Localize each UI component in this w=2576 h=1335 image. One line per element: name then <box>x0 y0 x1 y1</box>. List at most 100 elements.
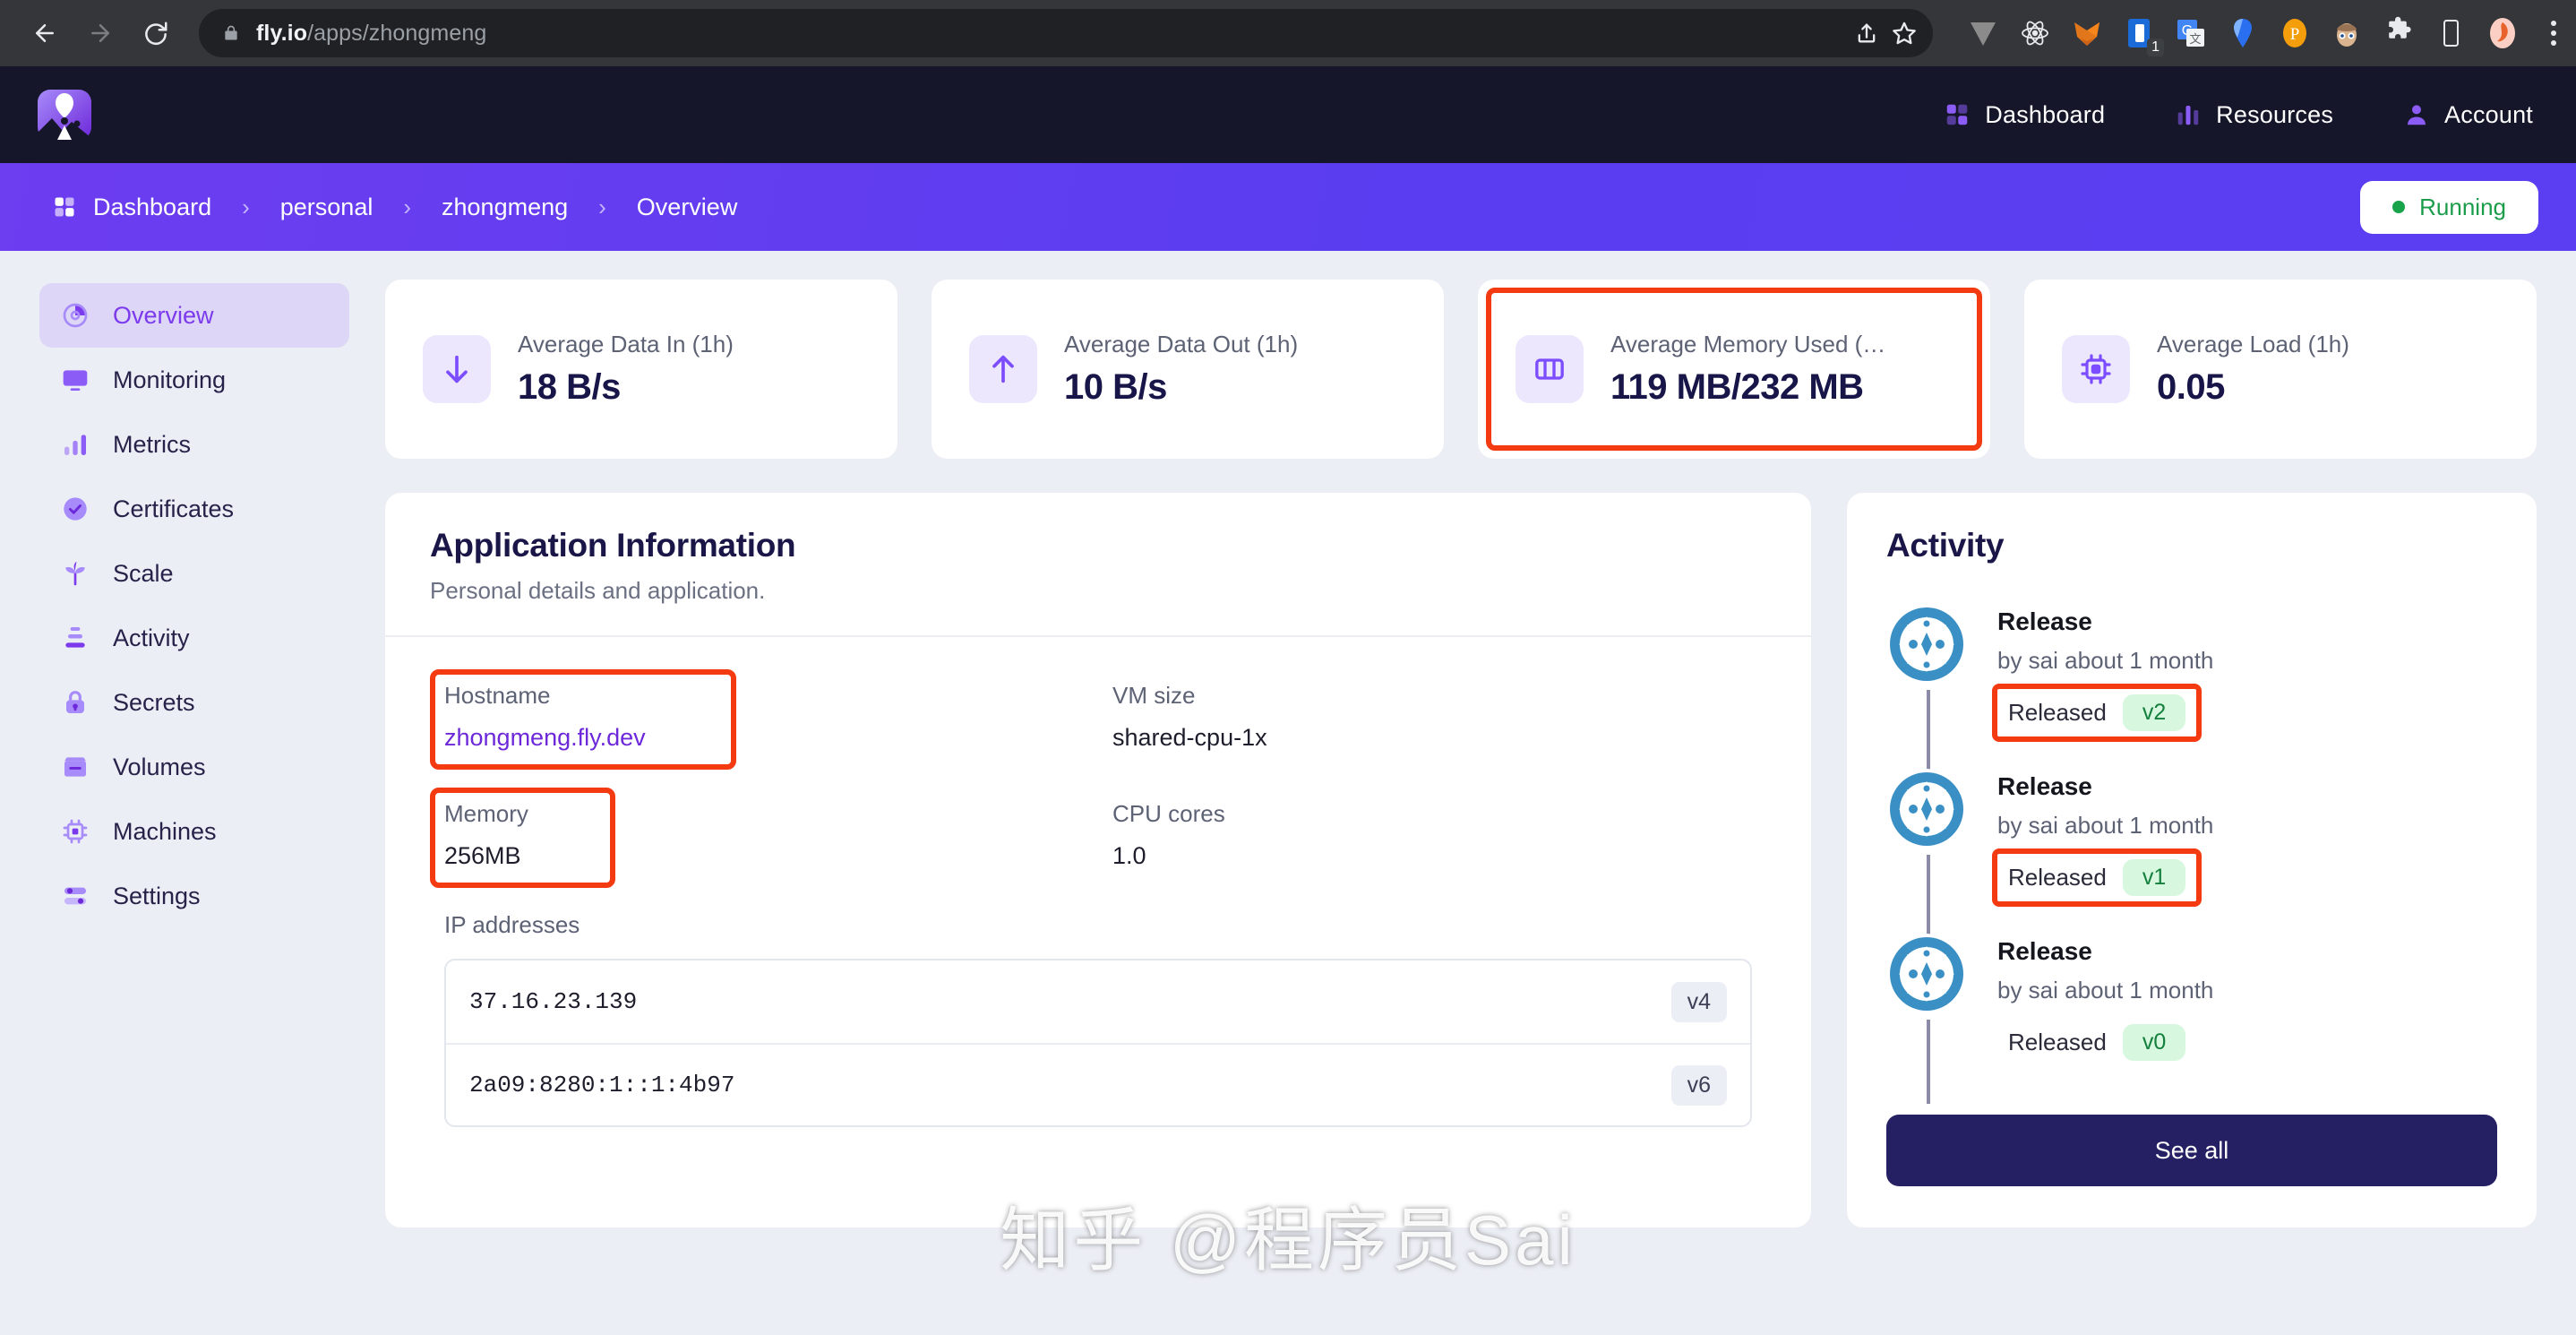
list-item[interactable]: 2a09:8280:1::1:4b97 v6 <box>446 1043 1750 1125</box>
breadcrumb-item-overview[interactable]: Overview <box>637 194 738 221</box>
sidebar-item-scale[interactable]: Scale <box>39 541 349 606</box>
fly-io-logo[interactable] <box>36 86 93 143</box>
breadcrumb-item-dashboard[interactable]: Dashboard <box>52 194 211 221</box>
sprout-icon <box>61 559 90 588</box>
bar-chart-icon <box>61 430 90 459</box>
sidebar-item-overview[interactable]: Overview <box>39 283 349 348</box>
box-icon <box>61 753 90 781</box>
sidebar-item-metrics[interactable]: Metrics <box>39 412 349 477</box>
nav-label: Account <box>2444 101 2533 129</box>
grid-icon <box>1944 101 1971 128</box>
field-cpu-cores: CPU cores 1.0 <box>1098 788 1766 883</box>
sidebar-item-label: Certificates <box>113 495 234 523</box>
stack-icon <box>61 624 90 652</box>
monitor-icon <box>61 366 90 394</box>
stat-label: Average Load (1h) <box>2157 331 2349 358</box>
sidebar-item-monitoring[interactable]: Monitoring <box>39 348 349 412</box>
field-label: VM size <box>1112 682 1752 710</box>
version-badge: v0 <box>2123 1024 2185 1061</box>
sidebar-item-certificates[interactable]: Certificates <box>39 477 349 541</box>
sidebar-item-label: Monitoring <box>113 366 226 394</box>
cpu-icon <box>2062 335 2130 403</box>
list-item[interactable]: 37.16.23.139 v4 <box>446 960 1750 1043</box>
lower-region: Application Information Personal details… <box>385 493 2537 1227</box>
see-all-button[interactable]: See all <box>1886 1115 2497 1186</box>
stat-label: Average Data In (1h) <box>518 331 734 358</box>
vercel-extension-icon[interactable] <box>1965 15 2001 51</box>
application-information-header: Application Information Personal details… <box>385 493 1811 637</box>
puzzle-extensions-icon[interactable] <box>2381 15 2417 51</box>
avatar <box>1886 934 1967 1014</box>
google-translate-extension-icon[interactable]: G文 <box>2173 15 2209 51</box>
share-icon[interactable] <box>1854 21 1879 46</box>
sidebar-item-volumes[interactable]: Volumes <box>39 735 349 799</box>
url-path: /apps/zhongmeng <box>307 21 486 46</box>
field-value[interactable]: zhongmeng.fly.dev <box>444 724 1084 752</box>
nav-label: Dashboard <box>1985 101 2105 129</box>
version-badge: v2 <box>2123 694 2185 731</box>
browser-menu-button[interactable] <box>2551 21 2556 46</box>
react-devtools-extension-icon[interactable] <box>2017 15 2053 51</box>
profile-avatar-icon[interactable] <box>2485 15 2520 51</box>
sidebar-item-settings[interactable]: Settings <box>39 864 349 928</box>
field-value: 1.0 <box>1112 842 1752 870</box>
field-vm-size: VM size shared-cpu-1x <box>1098 669 1766 764</box>
avatar <box>1886 604 1967 685</box>
url-text: fly.io/apps/zhongmeng <box>256 21 486 47</box>
sidebar-item-label: Machines <box>113 818 217 846</box>
extension-tray: 1 G文 P <box>1953 15 2556 51</box>
field-value: 256MB <box>444 842 1084 870</box>
browser-toolbar: fly.io/apps/zhongmeng 1 G文 P <box>0 0 2576 66</box>
nav-item-resources[interactable]: Resources <box>2175 101 2333 129</box>
stat-card-data-out: Average Data Out (1h) 10 B/s <box>932 280 1444 459</box>
pocket-extension-icon[interactable]: P <box>2277 15 2313 51</box>
breadcrumb: Dashboard › personal › zhongmeng › Overv… <box>52 194 737 221</box>
stat-value: 0.05 <box>2157 367 2349 408</box>
ip-addresses-label: IP addresses <box>444 911 1752 939</box>
reload-button[interactable] <box>131 8 181 58</box>
avatar-extension-icon[interactable] <box>2329 15 2365 51</box>
stat-card-memory-used: Average Memory Used (… 119 MB/232 MB <box>1478 280 1990 459</box>
star-icon[interactable] <box>1892 21 1917 46</box>
breadcrumb-separator: › <box>211 194 280 221</box>
bar-chart-icon <box>2175 101 2202 128</box>
stat-label: Average Data Out (1h) <box>1064 331 1298 358</box>
metamask-extension-icon[interactable] <box>2069 15 2105 51</box>
stat-value: 10 B/s <box>1064 367 1298 408</box>
nav-item-account[interactable]: Account <box>2403 101 2533 129</box>
location-pin-extension-icon[interactable] <box>2225 15 2261 51</box>
stat-label: Average Memory Used (… <box>1610 331 1885 358</box>
sidebar-item-activity[interactable]: Activity <box>39 606 349 670</box>
forward-button[interactable] <box>75 8 125 58</box>
user-icon <box>2403 101 2430 128</box>
svg-text:P: P <box>2290 25 2300 44</box>
breadcrumb-separator: › <box>373 194 442 221</box>
status-badge: Running <box>2360 181 2538 234</box>
extension-badge-count: 1 <box>2147 39 2164 56</box>
sidebar-item-label: Metrics <box>113 431 191 459</box>
page-subtitle: Personal details and application. <box>430 577 1766 605</box>
onepassword-extension-icon[interactable]: 1 <box>2121 15 2157 51</box>
application-information-card: Application Information Personal details… <box>385 493 1811 1227</box>
list-item: Release by sai about 1 month Released v2 <box>1886 604 2497 769</box>
nav-item-dashboard[interactable]: Dashboard <box>1944 101 2105 129</box>
back-button[interactable] <box>20 8 70 58</box>
activity-entry: Release by sai about 1 month Released v0 <box>1997 934 2213 1068</box>
mobile-view-extension-icon[interactable] <box>2433 15 2469 51</box>
breadcrumb-item-personal[interactable]: personal <box>280 194 374 221</box>
field-label: Memory <box>444 800 1084 828</box>
activity-entry-status: Released v2 <box>1997 687 2196 738</box>
breadcrumb-item-zhongmeng[interactable]: zhongmeng <box>442 194 568 221</box>
field-label: Hostname <box>444 682 1084 710</box>
stat-card-data-in: Average Data In (1h) 18 B/s <box>385 280 897 459</box>
sidebar-item-machines[interactable]: Machines <box>39 799 349 864</box>
address-bar[interactable]: fly.io/apps/zhongmeng <box>199 9 1933 57</box>
page-title: Application Information <box>430 527 1766 564</box>
sidebar-item-secrets[interactable]: Secrets <box>39 670 349 735</box>
memory-icon <box>1516 335 1584 403</box>
nav-label: Resources <box>2216 101 2333 129</box>
url-host: fly.io <box>256 21 307 46</box>
activity-entry-meta: by sai about 1 month <box>1997 977 2213 1004</box>
sidebar-item-label: Overview <box>113 302 214 330</box>
activity-entry-status: Released v1 <box>1997 852 2196 903</box>
